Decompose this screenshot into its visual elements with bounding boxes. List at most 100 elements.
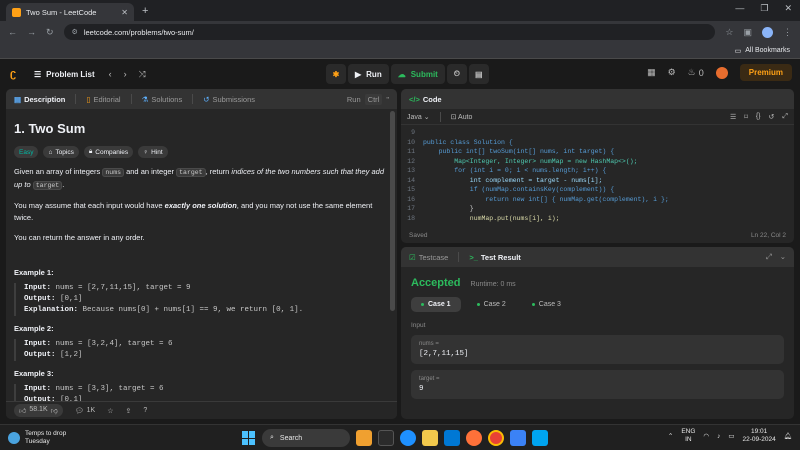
auto-mode[interactable]: ⊡ Auto xyxy=(451,113,473,121)
language-indicator[interactable]: ENG IN xyxy=(681,428,695,444)
prev-problem-icon[interactable]: ‹ xyxy=(109,69,112,80)
browser-tabstrip: Two Sum - LeetCode ✕ + — ❐ ✕ xyxy=(0,0,800,21)
reload-icon[interactable]: ↻ xyxy=(46,27,54,38)
pass-dot-icon xyxy=(531,303,535,306)
outlook-icon[interactable] xyxy=(444,430,460,446)
cloud-upload-icon: ☁ xyxy=(397,69,406,79)
code-editor[interactable]: 9 10 public class Solution { 11 public in… xyxy=(401,125,794,226)
submit-button[interactable]: ☁ Submit xyxy=(390,64,445,84)
tab-description[interactable]: ▤ Description xyxy=(14,95,65,104)
star-icon[interactable]: ☆ xyxy=(725,27,733,38)
task-view-icon[interactable] xyxy=(378,430,394,446)
tab-editorial[interactable]: ▯ Editorial xyxy=(86,95,120,104)
tab-testcase[interactable]: ☑ Testcase xyxy=(409,253,448,262)
weather-line-2: Tuesday xyxy=(25,437,50,445)
notification-bell-icon[interactable]: 🔔︎ xyxy=(784,432,792,440)
close-icon[interactable]: ✕ xyxy=(121,8,128,17)
code-brackets-icon: </> xyxy=(409,94,420,104)
settings-gear-icon[interactable]: ⚙ xyxy=(668,67,676,78)
editor-actions: ☰ ⌑ {} ↺ ⤢ xyxy=(730,113,788,121)
taskbar-search[interactable]: ⌕ Search xyxy=(262,429,350,447)
run-button[interactable]: ▶ Run xyxy=(348,64,389,84)
layout-grid-icon[interactable]: ▦ xyxy=(647,67,656,78)
wifi-icon[interactable]: ◠ xyxy=(703,432,709,440)
firefox-icon[interactable] xyxy=(466,430,482,446)
file-explorer-icon[interactable] xyxy=(422,430,438,446)
line-number: 12 xyxy=(407,157,415,165)
format-icon[interactable]: ☰ xyxy=(730,113,736,121)
clock[interactable]: 19:01 22-09-2024 xyxy=(742,428,775,444)
lock-icon: ⊡ xyxy=(450,113,457,121)
debug-button[interactable]: ✱ xyxy=(326,64,346,84)
forward-arrow-icon[interactable]: → xyxy=(27,27,36,37)
target-input-box: target = 9 xyxy=(411,370,784,399)
minimize-icon[interactable]: — xyxy=(735,3,744,14)
case-2-tab[interactable]: Case 2 xyxy=(467,297,516,312)
code-tab[interactable]: </> Code xyxy=(409,95,442,104)
run-shortcut-hint: Run Ctrl " xyxy=(347,93,389,105)
premium-button[interactable]: Premium xyxy=(739,64,792,81)
windows-start-icon[interactable] xyxy=(242,431,256,445)
streak-counter[interactable]: ♨ 0 xyxy=(688,67,704,78)
timer-button[interactable]: ⏲ xyxy=(446,64,467,84)
tab-submissions[interactable]: ↺ Submissions xyxy=(203,95,255,104)
like-button[interactable]: 👍︎ 58.1K 👎︎ xyxy=(14,404,63,417)
lightbulb-icon: ♀ xyxy=(143,148,149,156)
menu-dots-icon[interactable]: ⋮ xyxy=(783,27,792,38)
window-close-icon[interactable]: ✕ xyxy=(784,3,792,14)
store-icon[interactable] xyxy=(532,430,548,446)
user-avatar[interactable] xyxy=(715,66,728,79)
braces-icon[interactable]: {} xyxy=(756,113,761,121)
favorite-star-icon[interactable]: ☆ xyxy=(107,407,113,415)
tab-test-result[interactable]: >_ Test Result xyxy=(469,253,520,262)
leetcode-logo-icon[interactable]: ʗ xyxy=(10,68,22,80)
topics-tag[interactable]: ⌂ Topics xyxy=(43,146,79,158)
edge-icon[interactable] xyxy=(400,430,416,446)
chevron-down-icon[interactable]: ⌄ xyxy=(780,252,786,262)
expand-icon[interactable]: ⤢ xyxy=(782,113,788,121)
battery-icon[interactable]: ▭ xyxy=(728,432,734,440)
expand-icon[interactable]: ⤢ xyxy=(766,252,772,262)
notes-button[interactable]: ▤ xyxy=(468,64,489,84)
flask-icon: ⚗ xyxy=(141,94,149,104)
widgets-icon[interactable] xyxy=(356,430,372,446)
accepted-status: Accepted xyxy=(411,277,461,289)
problem-list-link[interactable]: ☰ Problem List xyxy=(34,70,95,79)
language-select[interactable]: Java ⌄ xyxy=(407,113,430,121)
description-scrollbar[interactable] xyxy=(390,111,395,311)
value: nums = [3,2,4], target = 6 xyxy=(55,340,173,348)
copilot-icon[interactable] xyxy=(510,430,526,446)
input-label: Input xyxy=(411,322,426,329)
companies-tag[interactable]: 🔒︎ Companies xyxy=(83,146,134,158)
volume-icon[interactable]: ♪ xyxy=(717,433,720,440)
all-bookmarks[interactable]: All Bookmarks xyxy=(745,47,790,54)
text: , return xyxy=(205,167,230,176)
lang-line-1: ENG xyxy=(681,428,696,435)
bookmark-icon[interactable]: ⌑ xyxy=(744,113,748,121)
back-arrow-icon[interactable]: ← xyxy=(8,27,17,37)
comments-button[interactable]: 💬︎ 1K xyxy=(75,407,95,415)
comment-icon: 💬︎ xyxy=(74,407,84,415)
reset-icon[interactable]: ↺ xyxy=(769,113,775,121)
share-icon[interactable]: ⇪ xyxy=(125,407,131,415)
browser-tab[interactable]: Two Sum - LeetCode ✕ xyxy=(6,3,134,21)
hint-tag[interactable]: ♀ Hint xyxy=(138,146,168,158)
next-problem-icon[interactable]: › xyxy=(124,69,127,80)
case-1-tab[interactable]: Case 1 xyxy=(411,297,461,312)
case-3-tab[interactable]: Case 3 xyxy=(522,297,571,312)
extensions-icon[interactable]: ▣ xyxy=(743,27,752,38)
chrome-icon[interactable] xyxy=(488,430,504,446)
inline-code: target xyxy=(32,181,63,190)
new-tab-plus-icon[interactable]: + xyxy=(142,5,148,17)
profile-avatar[interactable] xyxy=(762,26,773,38)
help-icon[interactable]: ? xyxy=(143,407,147,414)
tab-solutions[interactable]: ⚗ Solutions xyxy=(142,95,183,104)
saved-status: Saved xyxy=(409,231,428,239)
maximize-icon[interactable]: ❐ xyxy=(760,3,768,14)
shuffle-icon[interactable]: ⤨ xyxy=(139,69,146,80)
chevron-up-icon[interactable]: ⌃ xyxy=(668,432,673,440)
weather-widget[interactable]: Temps to drop Tuesday xyxy=(8,430,66,446)
site-info-icon[interactable]: ⚙ xyxy=(72,28,78,36)
url-input[interactable]: ⚙ leetcode.com/problems/two-sum/ xyxy=(63,24,716,40)
notes-icon: ▤ xyxy=(475,69,483,79)
